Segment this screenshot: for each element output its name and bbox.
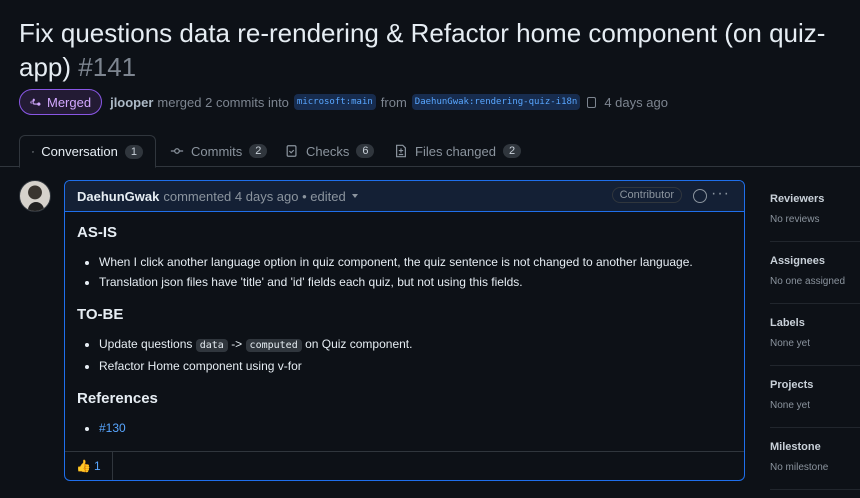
pr-sidebar: Reviewers No reviews Assignees No one as… <box>770 180 860 490</box>
merged-time: 4 days ago <box>604 94 668 110</box>
sidebar-value: None yet <box>770 400 811 411</box>
pr-number: #141 <box>78 52 137 82</box>
sidebar-value: No milestone <box>770 462 829 473</box>
sidebar-title: Milestone <box>770 441 821 453</box>
base-branch[interactable]: microsoft:main <box>293 94 376 110</box>
merge-icon <box>30 98 41 106</box>
checklist-icon <box>286 145 297 157</box>
tab-count: 1 <box>124 144 143 159</box>
sidebar-value: No one assigned <box>770 276 846 287</box>
text: Update questions <box>99 337 193 351</box>
text: -> <box>231 337 243 351</box>
sidebar-title: Projects <box>770 379 814 391</box>
contributor-badge: Contributor <box>611 187 682 203</box>
tab-label: Files changed <box>415 143 496 159</box>
text: on Quiz component. <box>305 337 413 351</box>
conversation-icon <box>32 150 34 153</box>
tab-conversation[interactable]: Conversation 1 <box>19 135 156 168</box>
kebab-horizontal-icon[interactable]: ··· <box>711 185 730 203</box>
sidebar-title: Assignees <box>770 255 826 267</box>
chevron-down-icon[interactable] <box>351 194 358 198</box>
sidebar-reviewers[interactable]: Reviewers No reviews <box>770 180 860 242</box>
sidebar-title: Labels <box>770 317 805 329</box>
sidebar-assignees[interactable]: Assignees No one assigned <box>770 242 860 304</box>
commit-icon <box>170 148 184 154</box>
reaction-count: 1 <box>93 459 101 473</box>
sidebar-labels[interactable]: Labels None yet <box>770 304 860 366</box>
pr-tabs: Conversation 1 Commits 2 Checks 6 Files … <box>0 135 860 168</box>
comment-body: AS-IS When I click another language opti… <box>65 212 744 438</box>
list-item: #130 <box>99 418 732 438</box>
merged-badge: Merged <box>19 89 103 115</box>
file-diff-icon <box>396 144 406 158</box>
sidebar-value: No reviews <box>770 214 820 225</box>
heading-references: References <box>77 390 158 407</box>
list-item: Refactor Home component using v-for <box>99 356 732 376</box>
sidebar-projects[interactable]: Projects None yet <box>770 366 860 428</box>
tab-count: 6 <box>356 144 375 158</box>
tobe-list: Update questions data -> computed on Qui… <box>99 334 732 376</box>
reactions-bar: 👍 1 <box>65 451 744 480</box>
merged-label: Merged <box>47 94 92 110</box>
sidebar-value: None yet <box>770 338 811 349</box>
tab-checks[interactable]: Checks 6 <box>273 135 386 167</box>
tab-commits[interactable]: Commits 2 <box>158 135 279 167</box>
merged-text: merged 2 commits into <box>157 94 289 110</box>
pr-meta: Merged jlooper merged 2 commits into mic… <box>19 89 668 115</box>
list-item: When I click another language option in … <box>99 252 732 272</box>
copy-icon[interactable] <box>587 96 597 108</box>
sidebar-title: Reviewers <box>770 193 825 205</box>
list-item: Translation json files have 'title' and … <box>99 272 732 292</box>
sidebar-milestone[interactable]: Milestone No milestone <box>770 428 860 490</box>
tab-count: 2 <box>249 144 268 158</box>
tab-count: 2 <box>502 144 522 158</box>
list-item: Update questions data -> computed on Qui… <box>99 334 732 356</box>
pr-title: Fix questions data re-rendering & Refact… <box>19 18 826 82</box>
tab-label: Commits <box>191 143 243 159</box>
issue-link[interactable]: #130 <box>99 421 126 435</box>
head-branch[interactable]: DaehunGwak:rendering-quiz-i18n <box>411 94 581 110</box>
smiley-icon[interactable] <box>693 189 707 203</box>
tab-label: Checks <box>306 143 350 159</box>
asis-list: When I click another language option in … <box>99 252 732 292</box>
avatar[interactable] <box>19 180 51 212</box>
comment-author[interactable]: DaehunGwak <box>77 189 159 204</box>
references-list: #130 <box>99 418 732 438</box>
thumbs-up-reaction[interactable]: 👍 1 <box>76 452 113 480</box>
comment-meta[interactable]: commented 4 days ago • edited <box>163 189 345 204</box>
merger-link[interactable]: jlooper <box>110 95 153 110</box>
page-title: Fix questions data re-rendering & Refact… <box>19 16 849 84</box>
tab-label: Conversation <box>41 144 118 159</box>
heading-asis: AS-IS <box>77 224 118 241</box>
comment-box: DaehunGwak commented 4 days ago • edited… <box>64 180 745 481</box>
inline-code: computed <box>245 339 302 352</box>
inline-code: data <box>195 339 228 352</box>
from-text: from <box>380 94 407 110</box>
heading-tobe: TO-BE <box>77 306 124 323</box>
comment-header: DaehunGwak commented 4 days ago • edited… <box>65 181 744 212</box>
thumbs-up-icon: 👍 <box>76 459 91 473</box>
tab-files-changed[interactable]: Files changed 2 <box>382 135 533 167</box>
